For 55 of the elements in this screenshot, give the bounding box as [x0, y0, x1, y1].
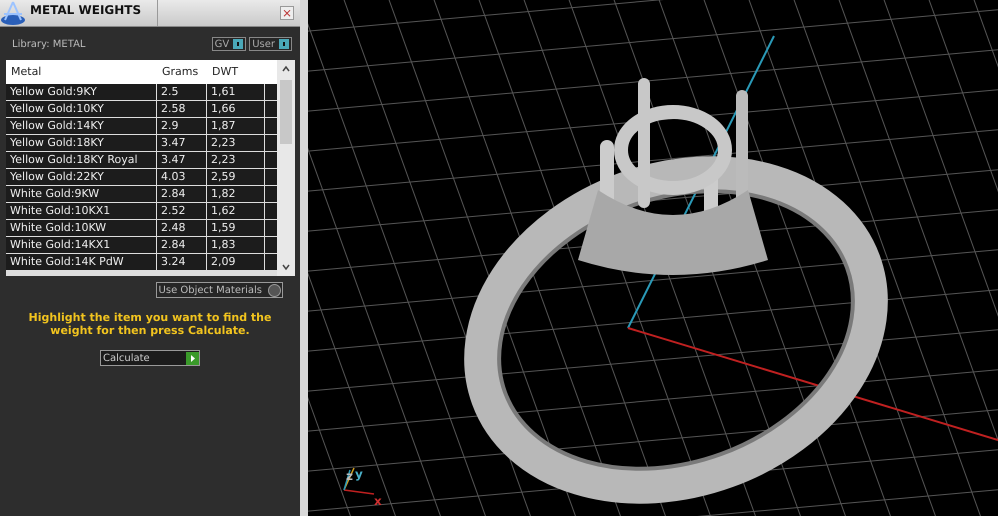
table-cell[interactable]: 2,23 [207, 135, 265, 152]
table-cell[interactable]: White Gold:14K PdW [6, 254, 157, 271]
table-cell[interactable]: 1,83 [207, 237, 265, 254]
table-cell[interactable]: Yellow Gold:18KY Royal [6, 152, 157, 169]
table-cell[interactable]: 3.47 [157, 135, 207, 152]
table-cell[interactable]: 1,87 [207, 118, 265, 135]
calculate-button[interactable]: Calculate [100, 350, 200, 366]
x-axis-label: x [374, 494, 382, 508]
table-cell[interactable]: 4.03 [157, 169, 207, 186]
table-cell[interactable]: 2,23 [207, 152, 265, 169]
table-cell[interactable]: 2.52 [157, 203, 207, 220]
column-header[interactable]: Grams [157, 60, 207, 84]
table-cell[interactable]: Yellow Gold:10KY [6, 101, 157, 118]
table-cell[interactable]: Yellow Gold:22KY [6, 169, 157, 186]
table-cell[interactable]: White Gold:10KW [6, 220, 157, 237]
close-button[interactable]: × [280, 6, 294, 20]
table-cell[interactable]: 2.5 [157, 84, 207, 101]
table-cell[interactable]: White Gold:14KX1 [6, 237, 157, 254]
scroll-down-icon[interactable] [281, 262, 291, 272]
table-cell[interactable]: 1,66 [207, 101, 265, 118]
library-label: Library: METAL [12, 38, 86, 50]
table-cell[interactable]: 2.9 [157, 118, 207, 135]
table-cell[interactable]: 2.84 [157, 237, 207, 254]
column-header[interactable]: DWT [207, 60, 265, 84]
scroll-thumb[interactable] [280, 80, 292, 144]
table-cell[interactable]: White Gold:10KX1 [6, 203, 157, 220]
y-axis-label: y [355, 467, 363, 481]
use-object-materials-toggle[interactable]: Use Object Materials [156, 282, 283, 298]
axis-triad-icon [343, 468, 374, 495]
table-cell[interactable]: 3.47 [157, 152, 207, 169]
table-cell[interactable]: 2.84 [157, 186, 207, 203]
table-cell[interactable]: 1,62 [207, 203, 265, 220]
table-cell[interactable]: Yellow Gold:14KY [6, 118, 157, 135]
table-cell[interactable]: 1,61 [207, 84, 265, 101]
table-cell[interactable]: 2,59 [207, 169, 265, 186]
column-header [265, 60, 277, 84]
window-title: METAL WEIGHTS [26, 0, 158, 26]
z-axis-label: z [346, 469, 353, 483]
toggle-button[interactable]: User [249, 37, 292, 51]
play-icon [186, 352, 199, 364]
table-cell[interactable]: Yellow Gold:9KY [6, 84, 157, 101]
table-cell[interactable]: 2,09 [207, 254, 265, 271]
table-cell[interactable]: 1,59 [207, 220, 265, 237]
table-cell[interactable]: 1,82 [207, 186, 265, 203]
table-cell[interactable]: White Gold:9KW [6, 186, 157, 203]
table-cell[interactable]: 2.48 [157, 220, 207, 237]
scrollbar[interactable] [277, 60, 295, 276]
table-cell[interactable]: 2.58 [157, 101, 207, 118]
column-header[interactable]: Metal [6, 60, 157, 84]
scroll-up-icon[interactable] [281, 64, 291, 74]
toggle-button[interactable]: GV [212, 37, 246, 51]
hint-text: Highlight the item you want to find the weight for then press Calculate. [28, 310, 272, 337]
app-logo-icon [0, 0, 26, 26]
table-cell[interactable]: 3.24 [157, 254, 207, 271]
table-cell[interactable]: Yellow Gold:18KY [6, 135, 157, 152]
